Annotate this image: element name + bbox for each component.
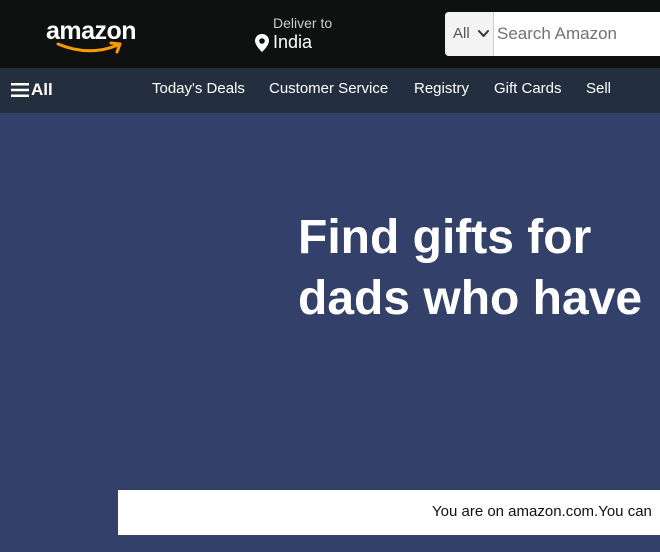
all-menu-label: All [31,80,53,99]
search-input[interactable] [495,12,660,56]
nav-link-registry[interactable]: Registry [414,80,469,97]
deliver-to-label: Deliver to [273,15,333,31]
nav-link-todays-deals[interactable]: Today's Deals [152,80,245,97]
locale-notice-banner: You are on amazon.com.You can [118,490,660,535]
smile-arrow-icon [56,41,122,54]
chevron-down-icon [478,30,489,37]
hero-title-line-2: dads who have [298,272,643,325]
nav-link-sell[interactable]: Sell [586,80,611,97]
amazon-logo[interactable]: amazon [44,17,144,55]
nav-link-gift-cards[interactable]: Gift Cards [494,80,562,97]
hero-title-line-1: Find gifts for [298,211,592,264]
search-department-label: All [453,25,470,42]
hero-title: Find gifts for dads who have [298,207,660,329]
search-department-dropdown[interactable]: All [445,12,494,56]
search-bar: All [445,12,660,56]
nav-bar: All Today's Deals Customer Service Regis… [0,68,660,113]
deliver-location-text: India [273,32,313,52]
hero-banner[interactable]: Find gifts for dads who have [0,113,660,552]
locale-notice-text: You are on amazon.com.You can [432,503,652,520]
deliver-to-location[interactable]: Deliver to India [255,13,365,57]
top-header: amazon Deliver to India All [0,0,660,68]
nav-link-customer-service[interactable]: Customer Service [269,80,388,97]
location-pin-icon [255,34,269,52]
hamburger-menu-icon [11,83,29,97]
